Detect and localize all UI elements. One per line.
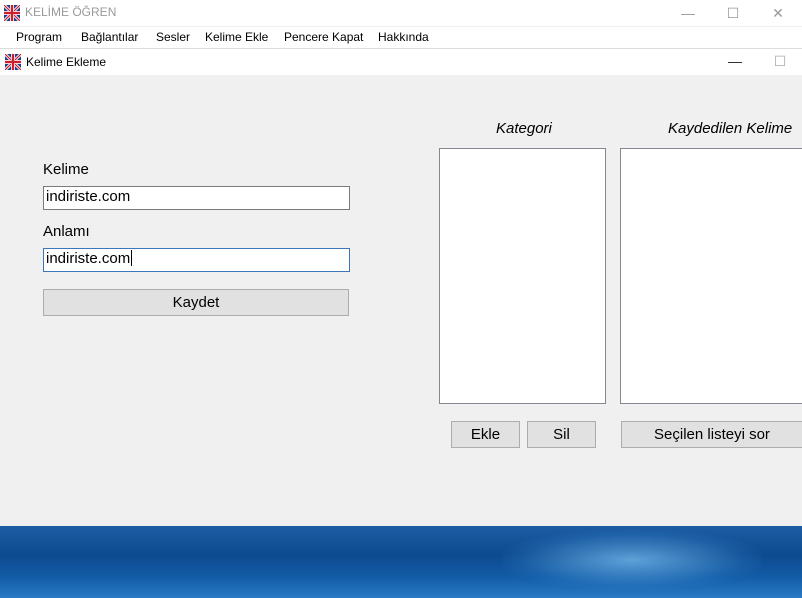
text-caret [131,250,133,266]
uk-flag-icon [4,5,20,21]
anlami-label: Anlamı [43,223,90,240]
child-title-bar[interactable]: Kelime Ekleme — ☐ [0,49,802,75]
kaydedilen-kelime-listbox[interactable] [620,148,802,404]
minimize-button[interactable]: — [665,0,711,26]
desktop-background [0,526,802,598]
ekle-button[interactable]: Ekle [451,421,520,448]
main-window: KELİME ÖĞREN — ☐ ✕ Program Bağlantılar S… [0,0,802,526]
menu-bar: Program Bağlantılar Sesler Kelime Ekle P… [0,27,802,49]
menu-item-kelime-ekle[interactable]: Kelime Ekle [205,30,268,44]
anlami-input-value: indiriste.com [46,250,131,267]
maximize-button[interactable]: ☐ [710,0,756,26]
kelime-input[interactable]: indiriste.com [43,186,350,210]
uk-flag-icon [5,54,21,70]
kaydedilen-kelime-header: Kaydedilen Kelime [668,120,793,137]
ask-selected-list-button[interactable]: Seçilen listeyi sor [621,421,802,448]
save-button[interactable]: Kaydet [43,289,349,316]
kelime-input-value: indiriste.com [46,188,131,205]
menu-item-program[interactable]: Program [16,30,62,44]
kelime-ekleme-form: Kelime indiriste.com Anlamı indiriste.co… [0,75,802,526]
kategori-header: Kategori [496,120,552,137]
menu-item-sesler[interactable]: Sesler [156,30,190,44]
anlami-input[interactable]: indiriste.com [43,248,350,272]
desktop-glow [502,530,762,590]
kategori-listbox[interactable] [439,148,606,404]
child-window-title: Kelime Ekleme [26,55,107,69]
child-minimize-button[interactable]: — [712,49,758,75]
title-bar[interactable]: KELİME ÖĞREN — ☐ ✕ [0,0,802,26]
window-title: KELİME ÖĞREN [25,5,117,19]
menu-item-baglantilar[interactable]: Bağlantılar [81,30,138,44]
menu-item-pencere-kapat[interactable]: Pencere Kapat [284,30,363,44]
kelime-label: Kelime [43,161,89,178]
close-button[interactable]: ✕ [755,0,801,26]
child-maximize-button[interactable]: ☐ [757,49,802,75]
menu-item-hakkinda[interactable]: Hakkında [378,30,429,44]
sil-button[interactable]: Sil [527,421,596,448]
